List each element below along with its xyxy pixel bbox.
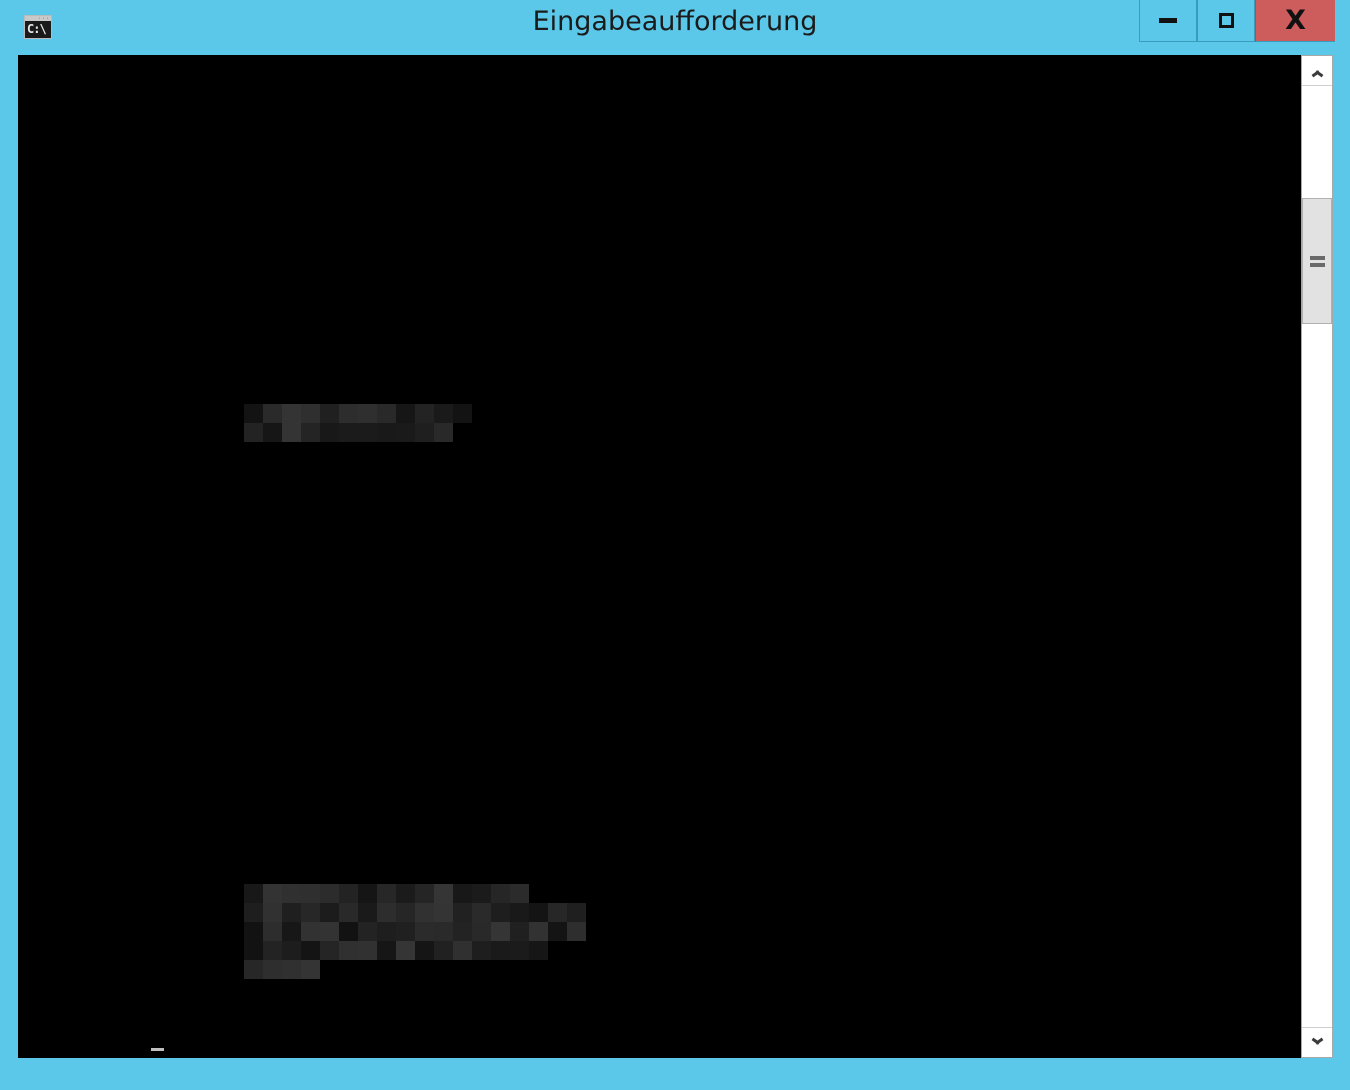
scroll-up-button[interactable]	[1302, 56, 1332, 86]
scroll-down-button[interactable]	[1302, 1027, 1332, 1057]
redacted-group-names	[244, 884, 586, 979]
close-icon: X	[1285, 5, 1306, 36]
window-controls: X	[1139, 0, 1335, 42]
minimize-button[interactable]	[1139, 0, 1197, 42]
chevron-up-icon	[1311, 67, 1324, 75]
maximize-icon	[1218, 13, 1234, 28]
text-cursor	[151, 1048, 165, 1051]
chevron-down-icon	[1311, 1039, 1324, 1047]
minimize-icon	[1159, 18, 1177, 23]
console-output-text: Angewendete Gruppenrichtlinienobjekte --…	[80, 100, 534, 670]
command-prompt-window: ··· C:\ Eingabeaufforderung X Angewendet…	[0, 0, 1350, 1090]
vertical-scrollbar[interactable]	[1301, 55, 1333, 1058]
console-prompt-line: C:\Users\printer>	[18, 1038, 165, 1053]
close-button[interactable]: X	[1255, 0, 1335, 42]
title-bar[interactable]: ··· C:\ Eingabeaufforderung X	[0, 0, 1350, 47]
prompt-string: C:\Users\printer>	[18, 1038, 152, 1053]
maximize-button[interactable]	[1197, 0, 1255, 42]
grip-icon	[1309, 253, 1325, 270]
console-output-area[interactable]: Angewendete Gruppenrichtlinienobjekte --…	[18, 55, 1301, 1058]
scrollbar-thumb[interactable]	[1302, 198, 1332, 324]
